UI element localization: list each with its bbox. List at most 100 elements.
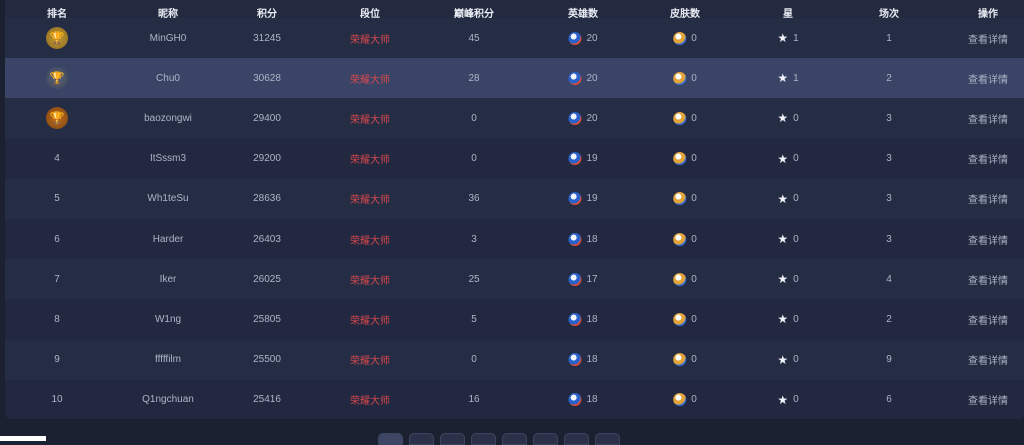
tier-cell: 荣耀大师 [350, 235, 390, 247]
star-count: 0 [793, 394, 799, 406]
score-cell: 29200 [253, 153, 281, 165]
table-row[interactable]: 7 Iker 26025 荣耀大师 25 17 0 ★ 0 4 查看详情 [5, 259, 1024, 300]
stat-cell: 0 [471, 354, 477, 366]
star-count-cell: ★ 1 [777, 18, 798, 58]
hero-badge-icon [568, 111, 582, 125]
star-icon: ★ [777, 191, 789, 206]
view-details-link[interactable]: 查看详情 [968, 179, 1008, 219]
star-count-cell: ★ 0 [777, 340, 798, 380]
hero-badge-icon [568, 192, 582, 206]
hero-badge-icon [568, 272, 582, 286]
page-button[interactable] [471, 433, 496, 445]
hero-count: 18 [586, 354, 598, 366]
star-count: 0 [793, 193, 799, 205]
view-details-link[interactable]: 查看详情 [968, 139, 1008, 179]
hero-count: 18 [586, 233, 598, 245]
tier-cell: 荣耀大师 [350, 315, 390, 327]
star-count-cell: ★ 0 [777, 139, 798, 179]
star-count-cell: ★ 0 [777, 380, 798, 419]
rank-cell: 🏆 [46, 18, 68, 58]
skin-badge-icon [673, 312, 687, 326]
table-row[interactable]: 8 W1ng 25805 荣耀大师 5 18 0 ★ 0 2 查看详情 [5, 299, 1024, 340]
rank-cell: 9 [54, 354, 60, 366]
star-count: 0 [793, 233, 799, 245]
star-icon: ★ [777, 312, 789, 327]
star-count-cell: ★ 0 [777, 259, 798, 299]
star-icon: ★ [777, 232, 789, 246]
page-button[interactable] [595, 433, 620, 445]
hero-count: 19 [586, 193, 598, 205]
table-row[interactable]: 9 fffffilm 25500 荣耀大师 0 18 0 ★ 0 9 查看详情 [5, 339, 1024, 380]
skin-badge-icon [673, 353, 687, 367]
hero-count-cell: 18 [568, 380, 598, 419]
tier-cell: 荣耀大师 [350, 155, 390, 167]
skin-count-cell: 0 [673, 98, 697, 138]
star-count: 0 [793, 313, 799, 325]
page-button[interactable] [533, 433, 558, 445]
skin-count: 0 [691, 313, 697, 325]
skin-count-cell: 0 [673, 179, 697, 219]
table-row[interactable]: 🏆 MinGH0 31245 荣耀大师 45 20 0 ★ 1 1 查看详情 [5, 18, 1024, 58]
view-details-link[interactable]: 查看详情 [968, 219, 1008, 259]
star-count: 0 [793, 112, 799, 124]
star-count: 1 [793, 72, 799, 84]
page-button[interactable] [378, 433, 403, 445]
hero-count-cell: 19 [568, 179, 598, 219]
view-details-link[interactable]: 查看详情 [968, 58, 1008, 98]
view-details-link[interactable]: 查看详情 [968, 259, 1008, 299]
table-row[interactable]: 🏆 baozongwi 29400 荣耀大师 0 20 0 ★ 0 3 查看详情 [5, 98, 1024, 139]
match-count-cell: 3 [886, 233, 892, 245]
score-cell: 25416 [253, 394, 281, 406]
stat-cell: 16 [468, 394, 480, 406]
hero-badge-icon [568, 71, 582, 85]
stat-cell: 5 [471, 313, 477, 325]
skin-badge-icon [673, 272, 687, 286]
match-count-cell: 3 [886, 153, 892, 165]
hero-count-cell: 17 [568, 259, 598, 299]
skin-count: 0 [691, 72, 697, 84]
star-icon: ★ [777, 392, 789, 407]
hero-count-cell: 18 [568, 219, 598, 259]
score-cell: 28636 [253, 193, 281, 205]
page-button[interactable] [409, 433, 434, 445]
skin-badge-icon [673, 152, 687, 166]
hero-count-cell: 20 [568, 58, 598, 98]
leaderboard-panel: 排名 昵称 积分 段位 巅峰积分 英雄数 皮肤数 星 场次 操作 🏆 MinGH0… [5, 0, 1024, 419]
match-count-cell: 4 [886, 273, 892, 285]
table-row[interactable]: 10 Q1ngchuan 25416 荣耀大师 16 18 0 ★ 0 6 查看详情 [5, 379, 1024, 419]
match-count-cell: 6 [886, 394, 892, 406]
table-row[interactable]: 4 ItSssm3 29200 荣耀大师 0 19 0 ★ 0 3 查看详情 [5, 138, 1024, 179]
skin-count-cell: 0 [673, 18, 697, 58]
view-details-link[interactable]: 查看详情 [968, 299, 1008, 339]
player-name: W1ng [154, 313, 182, 325]
table-row[interactable]: 6 Harder 26403 荣耀大师 3 18 0 ★ 0 3 查看详情 [5, 219, 1024, 259]
skin-count: 0 [691, 193, 697, 205]
star-icon: ★ [777, 111, 789, 126]
skin-badge-icon [673, 393, 687, 407]
player-name: Chu0 [156, 72, 180, 84]
skin-badge-icon [673, 232, 687, 246]
page-button[interactable] [564, 433, 589, 445]
page-button[interactable] [502, 433, 527, 445]
hero-badge-icon [568, 393, 582, 407]
view-details-link[interactable]: 查看详情 [968, 380, 1008, 419]
view-details-link[interactable]: 查看详情 [968, 98, 1008, 138]
trophy-icon: 🏆 [46, 67, 68, 90]
scrollbar-thumb[interactable] [0, 436, 46, 441]
score-cell: 26403 [253, 233, 281, 245]
table-row[interactable]: 5 Wh1teSu 28636 荣耀大师 36 19 0 ★ 0 3 查看详情 [5, 178, 1024, 219]
skin-count: 0 [691, 112, 697, 124]
hero-count: 18 [586, 313, 598, 325]
view-details-link[interactable]: 查看详情 [968, 18, 1008, 58]
rank-cell: 4 [54, 153, 60, 165]
star-count-cell: ★ 1 [777, 58, 798, 98]
score-cell: 25500 [253, 354, 281, 366]
player-name: Wh1teSu [147, 193, 189, 205]
table-row[interactable]: 🏆 Chu0 30628 荣耀大师 28 20 0 ★ 1 2 查看详情 [5, 58, 1024, 99]
tier-cell: 荣耀大师 [350, 74, 390, 86]
skin-badge-icon [673, 192, 687, 206]
skin-badge-icon [673, 111, 687, 125]
page-button[interactable] [440, 433, 465, 445]
view-details-link[interactable]: 查看详情 [968, 340, 1008, 380]
stat-cell: 3 [471, 233, 477, 245]
